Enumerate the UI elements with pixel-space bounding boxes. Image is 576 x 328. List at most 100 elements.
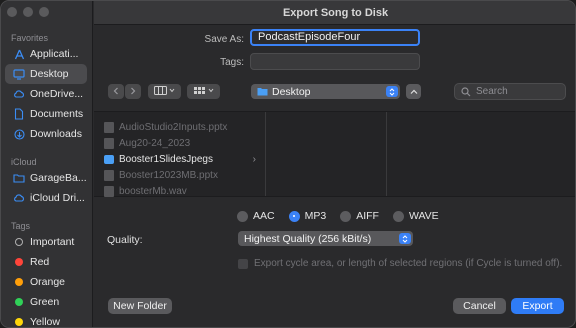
chevron-updown-icon (386, 86, 398, 97)
file-row[interactable]: AudioStudio2Inputs.pptx (104, 120, 227, 134)
sidebar-item-documents[interactable]: Documents (5, 104, 87, 124)
tag-dot-icon (13, 316, 25, 327)
file-icon (104, 137, 114, 149)
radio-circle (392, 210, 404, 222)
file-name: AudioStudio2Inputs.pptx (119, 121, 228, 133)
chevron-right-icon (130, 87, 136, 97)
sidebar-item-label: Desktop (30, 68, 69, 80)
download-icon (13, 128, 25, 140)
file-row[interactable]: Booster12023MB.pptx (104, 168, 218, 182)
sidebar-item-desktop[interactable]: Desktop (5, 64, 87, 84)
sidebar-tag-red[interactable]: Red (5, 252, 87, 272)
sidebar-item-label: Documents (30, 108, 84, 120)
sidebar-item-label: iCloud Dri... (30, 192, 85, 204)
radio-circle (237, 210, 248, 222)
back-button[interactable] (108, 84, 124, 99)
sidebar: Favorites Applicati... Desktop OneDrive.… (1, 1, 93, 328)
desktop-icon (13, 68, 25, 80)
folder-icon (257, 87, 268, 96)
location-label: Desktop (272, 85, 311, 98)
sidebar-item-label: GarageBa... (30, 172, 87, 184)
chevron-left-icon (113, 87, 119, 97)
window-controls (7, 7, 49, 17)
file-row[interactable]: boosterMb.wav (104, 184, 187, 198)
cancel-button[interactable]: Cancel (453, 298, 506, 314)
file-name: boosterMb.wav (119, 185, 187, 197)
applications-icon (13, 48, 25, 60)
empty-column (267, 112, 387, 196)
chevron-updown-icon (399, 233, 411, 244)
search-icon (461, 86, 471, 97)
quality-popup[interactable]: Highest Quality (256 kBit/s) (238, 231, 413, 246)
radio-label: MP3 (304, 210, 327, 222)
folder-row[interactable]: Booster1SlidesJpegs › (104, 152, 256, 166)
radio-circle (288, 210, 300, 222)
export-button[interactable]: Export (511, 298, 564, 314)
minimize-window-button[interactable] (23, 7, 33, 17)
file-name: Aug20-24_2023 (119, 137, 191, 149)
search-placeholder: Search (476, 86, 508, 97)
location-popup[interactable]: Desktop (251, 84, 400, 99)
sidebar-item-label: Orange (30, 276, 66, 288)
sidebar-item-label: Red (30, 256, 50, 268)
window-title: Export Song to Disk (94, 1, 575, 25)
sidebar-tag-important[interactable]: Important (5, 232, 87, 252)
favorites-header: Favorites (11, 33, 49, 43)
tags-label: Tags: (220, 57, 244, 68)
new-folder-button[interactable]: New Folder (108, 298, 172, 314)
file-name: Booster12023MB.pptx (119, 169, 218, 181)
sidebar-item-garageband[interactable]: GarageBa... (5, 168, 87, 188)
folder-icon (104, 154, 114, 164)
checkbox (238, 258, 248, 269)
zoom-window-button[interactable] (39, 7, 49, 17)
export-cycle-label: Export cycle area, or length of selected… (254, 258, 563, 269)
format-mp3-radio[interactable]: MP3 (288, 210, 327, 222)
save-as-label: Save As: (204, 34, 244, 45)
sidebar-tag-yellow[interactable]: Yellow (5, 312, 87, 328)
icloud-header: iCloud (11, 157, 37, 167)
file-icon (104, 169, 114, 181)
tags-field[interactable] (250, 53, 420, 70)
save-as-field[interactable]: PodcastEpisodeFour (250, 29, 420, 46)
file-row[interactable]: Aug20-24_2023 (104, 136, 190, 150)
search-field[interactable]: Search (454, 83, 566, 100)
sidebar-tag-orange[interactable]: Orange (5, 272, 87, 292)
tags-header: Tags (11, 221, 31, 231)
file-browser: AudioStudio2Inputs.pptx Aug20-24_2023 Bo… (94, 111, 575, 198)
document-icon (13, 108, 25, 120)
tag-dot-icon (13, 276, 25, 288)
view-columns-button[interactable] (148, 84, 181, 99)
export-cycle-checkbox[interactable]: Export cycle area, or length of selected… (238, 258, 562, 269)
quality-label: Quality: (107, 234, 143, 246)
sidebar-item-label: Applicati... (30, 48, 79, 60)
close-window-button[interactable] (7, 7, 17, 17)
sidebar-item-onedrive[interactable]: OneDrive... (5, 84, 87, 104)
group-by-button[interactable] (187, 84, 220, 99)
format-wave-radio[interactable]: WAVE (392, 210, 439, 222)
chevron-right-icon: › (252, 153, 256, 165)
sidebar-item-label: Yellow (30, 316, 60, 328)
columns-view-icon (153, 86, 176, 97)
forward-button[interactable] (125, 84, 141, 99)
format-radio-group: AAC MP3 AIFF WAVE (237, 210, 439, 222)
radio-label: AAC (253, 210, 275, 222)
format-aiff-radio[interactable]: AIFF (340, 210, 379, 222)
tag-dot-icon (13, 256, 25, 268)
sidebar-item-applications[interactable]: Applicati... (5, 44, 87, 64)
radio-circle (340, 210, 352, 222)
sidebar-item-label: Downloads (30, 128, 82, 140)
sidebar-item-icloud-drive[interactable]: iCloud Dri... (5, 188, 87, 208)
format-aac-radio[interactable]: AAC (237, 210, 275, 222)
sidebar-item-label: OneDrive... (30, 88, 84, 100)
radio-label: WAVE (408, 210, 439, 222)
cloud-icon (13, 192, 25, 204)
main-panel: Export Song to Disk Save As: PodcastEpis… (94, 1, 575, 327)
quality-value: Highest Quality (256 kBit/s) (244, 232, 372, 245)
chevron-up-icon (410, 87, 418, 97)
file-icon (104, 121, 114, 133)
sidebar-item-label: Green (30, 296, 60, 308)
sidebar-item-downloads[interactable]: Downloads (5, 124, 87, 144)
sidebar-tag-green[interactable]: Green (5, 292, 87, 312)
collapse-button[interactable] (406, 84, 421, 99)
grid-icon (193, 86, 215, 97)
